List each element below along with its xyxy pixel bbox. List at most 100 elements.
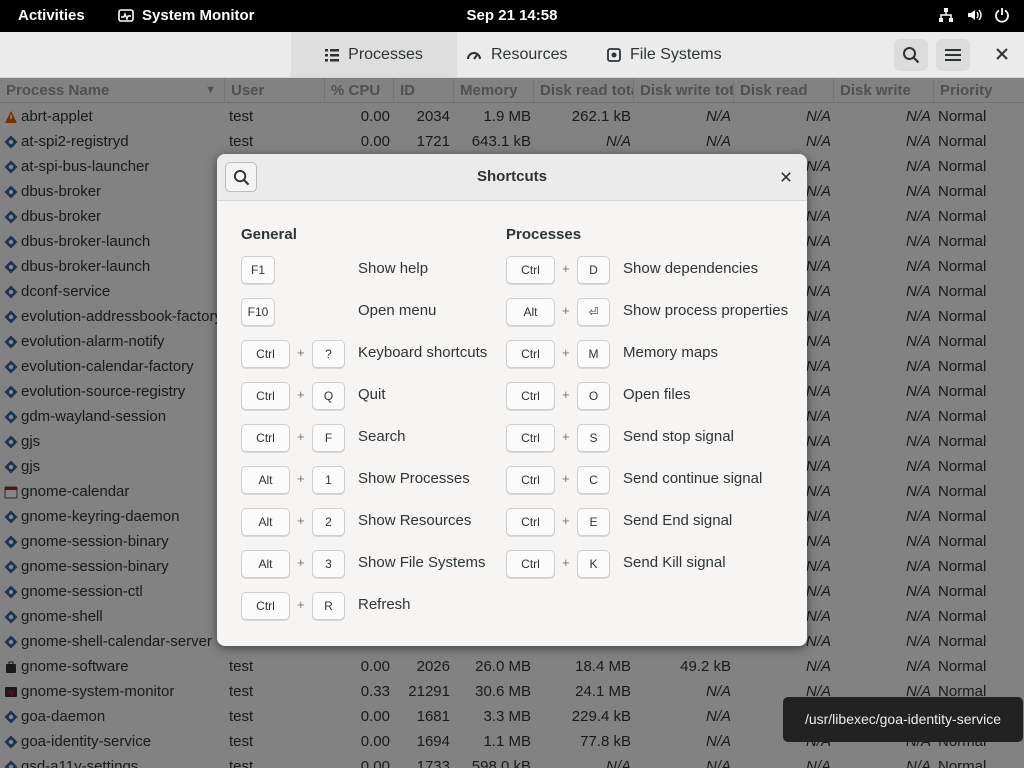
hamburger-icon [945, 49, 961, 61]
main-menu-button[interactable] [936, 39, 970, 71]
shortcut-key: F10 [241, 298, 275, 326]
shortcut-row: F1 Show help [241, 256, 521, 284]
shortcut-key: Alt [241, 508, 290, 536]
volume-icon [968, 9, 982, 21]
dialog-header: Shortcuts [217, 154, 807, 201]
shortcut-row: Ctrl + O Open files [506, 382, 786, 410]
dialog-close-button[interactable] [781, 166, 791, 187]
plus-sign: + [562, 429, 570, 444]
shortcut-label: Show help [358, 260, 429, 277]
tab-resources[interactable]: Resources [466, 32, 567, 77]
plus-sign: + [297, 597, 305, 612]
shortcut-key: Ctrl [241, 340, 290, 368]
dialog-search-button[interactable] [225, 162, 257, 192]
search-button[interactable] [894, 39, 928, 71]
shortcut-key: 3 [312, 550, 345, 578]
shortcut-label: Keyboard shortcuts [358, 344, 488, 361]
shortcut-key: Ctrl [241, 424, 290, 452]
clock[interactable]: Sep 21 14:58 [467, 7, 558, 24]
tab-file-systems[interactable]: File Systems [607, 32, 722, 77]
tab-resources-label: Resources [491, 45, 568, 63]
shortcut-row: Ctrl + S Send stop signal [506, 424, 786, 452]
shortcut-label: Show File Systems [358, 554, 486, 571]
plus-sign: + [297, 387, 305, 402]
shortcut-key: Alt [241, 466, 290, 494]
shortcut-key: Ctrl [506, 508, 555, 536]
shortcut-key: F1 [241, 256, 275, 284]
app-name-label: System Monitor [142, 7, 255, 24]
network-icon [939, 8, 953, 22]
shortcut-key: Ctrl [241, 382, 290, 410]
general-section-title: General [241, 226, 297, 243]
shortcut-label: Refresh [358, 596, 411, 613]
shortcut-key: O [577, 382, 610, 410]
shortcut-row: Alt +1 Show Processes [241, 466, 521, 494]
shortcut-label: Memory maps [623, 344, 719, 361]
shortcut-key: C [577, 466, 610, 494]
shortcut-row: Ctrl + K Send Kill signal [506, 550, 786, 578]
shortcuts-dialog: Shortcuts General Processes F1 Show help F… [217, 154, 807, 646]
plus-sign: + [297, 555, 305, 570]
dialog-title: Shortcuts [476, 168, 547, 185]
system-tray[interactable] [938, 7, 1010, 23]
shortcut-row: Alt +3 Show File Systems [241, 550, 521, 578]
shortcut-key: ? [312, 340, 345, 368]
shortcut-label: Send stop signal [623, 428, 734, 445]
shortcut-row: Alt +2 Show Resources [241, 508, 521, 536]
shortcut-row: Ctrl + D Show dependencies [506, 256, 786, 284]
shortcut-key: Ctrl [506, 550, 555, 578]
shortcut-row: Alt + ⏎ Show process properties [506, 298, 789, 326]
plus-sign: + [562, 345, 570, 360]
plus-sign: + [297, 429, 305, 444]
close-icon [996, 48, 1008, 60]
shortcut-row: F10 Open menu [241, 298, 521, 326]
plus-sign: + [562, 513, 570, 528]
shortcut-label: Show dependencies [623, 260, 759, 277]
disk-icon [607, 47, 621, 62]
tab-file-systems-label: File Systems [630, 45, 722, 63]
shortcut-key: K [577, 550, 610, 578]
shortcut-label: Open files [623, 386, 691, 403]
shortcut-label: Send End signal [623, 512, 733, 529]
shortcut-label: Show Processes [358, 470, 470, 487]
shortcut-key: Alt [506, 298, 555, 326]
search-icon [233, 169, 249, 185]
shortcut-key: Ctrl [506, 424, 555, 452]
shortcut-row: Ctrl + R Refresh [241, 592, 521, 620]
system-monitor-icon [118, 8, 134, 22]
shortcut-row: Ctrl + M Memory maps [506, 340, 786, 368]
shortcut-row: Ctrl +? Keyboard shortcuts [241, 340, 521, 368]
shortcut-key: E [577, 508, 610, 536]
window-close-button[interactable] [996, 44, 1008, 65]
processes-section-title: Processes [506, 226, 582, 243]
activities-button[interactable]: Activities [18, 7, 85, 24]
shortcut-key: Q [312, 382, 345, 410]
shortcut-key: Ctrl [506, 340, 555, 368]
shortcut-row: Ctrl + Q Quit [241, 382, 521, 410]
shortcut-key: S [577, 424, 610, 452]
shortcut-key: R [312, 592, 345, 620]
shortcut-key: ⏎ [577, 298, 610, 326]
plus-sign: + [297, 345, 305, 360]
list-icon [325, 48, 340, 61]
tab-processes-label: Processes [348, 45, 423, 63]
shortcut-label: Send Kill signal [623, 554, 726, 571]
plus-sign: + [562, 471, 570, 486]
top-bar: Activities System Monitor Sep 21 14:58 [0, 0, 1024, 32]
shortcut-key: 2 [312, 508, 345, 536]
power-icon [995, 8, 1009, 23]
shortcut-key: Ctrl [506, 382, 555, 410]
close-icon [781, 172, 791, 182]
shortcut-key: Ctrl [241, 592, 290, 620]
app-menu-button[interactable]: System Monitor [118, 7, 255, 24]
header-bar: Processes Resources File Systems [0, 32, 1024, 78]
shortcut-label: Open menu [358, 302, 437, 319]
shortcut-key: Alt [241, 550, 290, 578]
shortcut-row: Ctrl + F Search [241, 424, 521, 452]
shortcut-key: Ctrl [506, 466, 555, 494]
gauge-icon [467, 51, 481, 60]
shortcut-row: Ctrl + E Send End signal [506, 508, 786, 536]
tab-processes[interactable]: Processes [291, 32, 457, 77]
shortcut-label: Show process properties [623, 302, 789, 319]
shortcut-key: D [577, 256, 610, 284]
